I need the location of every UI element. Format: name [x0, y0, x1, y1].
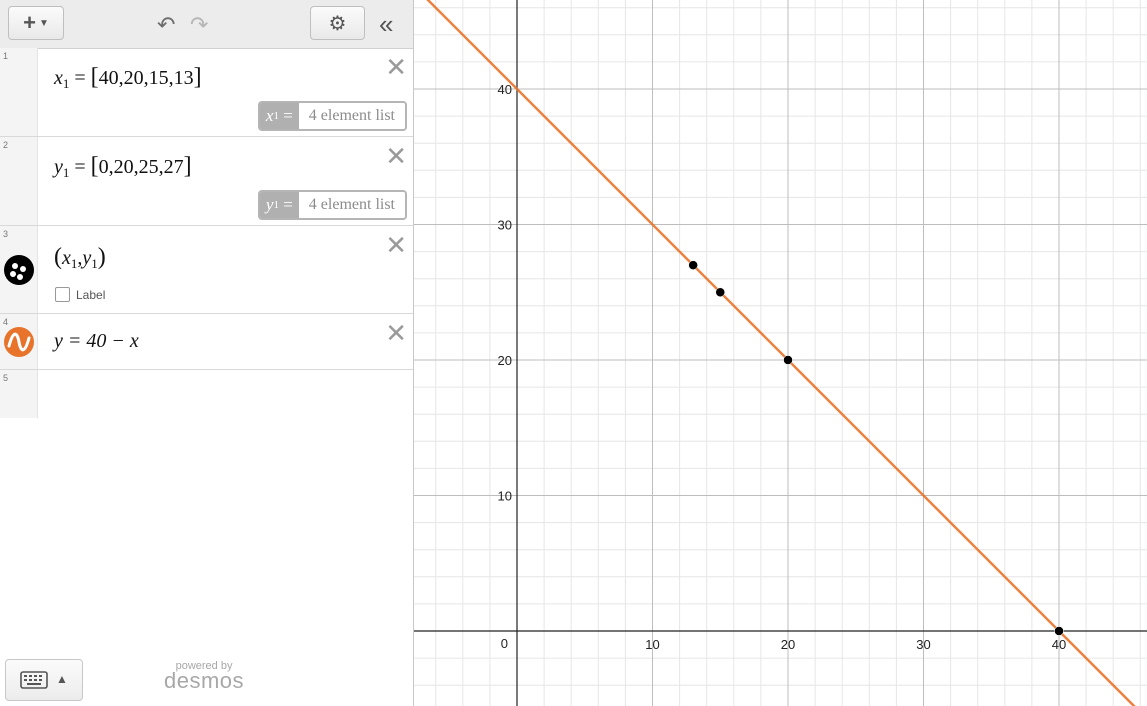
expression-gutter: 3: [0, 226, 38, 313]
eval-variable: y: [265, 195, 274, 214]
evaluation-text: 4 element list: [298, 192, 405, 218]
variable-name: x: [54, 67, 63, 89]
graph-paper[interactable]: 0 10 20 30 40 10 20 30 40: [414, 0, 1147, 706]
equals-sign: =: [74, 156, 86, 178]
expression-toolbar: + ▼ ↶ ↷ ⚙ «: [0, 0, 413, 49]
settings-button[interactable]: ⚙: [310, 6, 365, 40]
line-series: [426, 0, 1136, 706]
gear-icon: ⚙: [328, 12, 347, 35]
expression-input[interactable]: x1 = [40,20,15,13]: [54, 64, 202, 92]
expression-row-empty[interactable]: 5: [0, 370, 413, 418]
tick-label: 0: [501, 636, 508, 651]
list-values: 0,20,25,27: [98, 156, 184, 178]
desmos-branding[interactable]: powered by desmos: [164, 660, 244, 694]
expression-gutter: 5: [0, 370, 38, 418]
expression-row[interactable]: 4 y = 40 − x ✕: [0, 314, 413, 370]
delete-expression-icon[interactable]: ✕: [385, 320, 407, 346]
expression-panel: + ▼ ↶ ↷ ⚙ « 1 x1 = [40,20,15,13] ✕ x1 = …: [0, 0, 414, 706]
line-y-equals-40-minus-x: [426, 0, 1136, 706]
plus-dropdown-icon: +: [23, 10, 36, 35]
wave-graph-icon[interactable]: [4, 327, 34, 357]
expression-input[interactable]: (x1,y1): [54, 244, 106, 272]
evaluation-badge: y1 = 4 element list: [257, 190, 407, 220]
expression-row[interactable]: 3 (x1,y1) ✕ Label: [0, 226, 413, 314]
expression-gutter: 2: [0, 137, 38, 225]
undo-icon[interactable]: ↶: [157, 12, 175, 38]
keyboard-toggle-button[interactable]: ▲: [5, 659, 83, 701]
eval-variable: x: [265, 106, 274, 125]
eval-equals: =: [283, 106, 293, 125]
expression-row[interactable]: 2 y1 = [0,20,25,27] ✕ y1 = 4 element lis…: [0, 137, 413, 226]
tick-label: 30: [498, 218, 512, 233]
expression-index: 3: [3, 229, 9, 239]
tick-label: 40: [1052, 637, 1066, 652]
variable-name: y: [54, 156, 63, 178]
list-values: 40,20,15,13: [98, 67, 194, 89]
eval-equals: =: [283, 195, 293, 214]
tick-label: 10: [645, 637, 659, 652]
evaluation-text: 4 element list: [298, 103, 405, 129]
redo-icon[interactable]: ↷: [190, 12, 208, 38]
expression-input[interactable]: y1 = [0,20,25,27]: [54, 153, 192, 181]
tick-label: 40: [498, 82, 512, 97]
variable-subscript: 1: [62, 76, 70, 91]
expression-index: 4: [3, 317, 9, 327]
expression-index: 2: [3, 140, 9, 150]
collapse-panel-icon[interactable]: «: [379, 9, 393, 40]
tick-label: 10: [498, 489, 512, 504]
evaluation-badge: x1 = 4 element list: [257, 101, 407, 131]
data-point: [715, 287, 725, 297]
caret-up-icon: ▲: [56, 672, 68, 686]
data-point: [783, 355, 793, 365]
eval-subscript: 1: [273, 110, 279, 122]
desmos-logo-text: desmos: [164, 668, 245, 693]
tick-label: 20: [781, 637, 795, 652]
expression-input[interactable]: y = 40 − x: [54, 330, 139, 353]
delete-expression-icon[interactable]: ✕: [385, 54, 407, 80]
tick-labels: 0 10 20 30 40 10 20 30 40: [498, 82, 1067, 652]
expression-index: 5: [3, 373, 9, 383]
expression-gutter: 1: [0, 48, 38, 136]
eval-subscript: 1: [273, 199, 279, 211]
expression-gutter: 4: [0, 314, 38, 369]
delete-expression-icon[interactable]: ✕: [385, 143, 407, 169]
equals-sign: =: [74, 67, 86, 89]
variable-name: x: [62, 247, 71, 269]
data-point: [688, 260, 698, 270]
expression-index: 1: [3, 51, 9, 61]
add-item-button[interactable]: + ▼: [8, 6, 64, 40]
data-point: [1054, 626, 1064, 636]
variable-subscript: 1: [62, 165, 70, 180]
label-toggle[interactable]: Label: [55, 287, 105, 302]
point-cluster-icon[interactable]: [4, 255, 34, 285]
delete-expression-icon[interactable]: ✕: [385, 232, 407, 258]
label-text: Label: [76, 287, 106, 302]
expression-row[interactable]: 1 x1 = [40,20,15,13] ✕ x1 = 4 element li…: [0, 48, 413, 137]
label-checkbox[interactable]: [55, 287, 70, 302]
keyboard-icon: [20, 671, 48, 689]
variable-subscript: 1: [70, 256, 78, 271]
tick-label: 30: [916, 637, 930, 652]
tick-label: 20: [498, 353, 512, 368]
chevron-down-icon: ▼: [38, 17, 49, 29]
variable-name: y: [82, 247, 92, 269]
